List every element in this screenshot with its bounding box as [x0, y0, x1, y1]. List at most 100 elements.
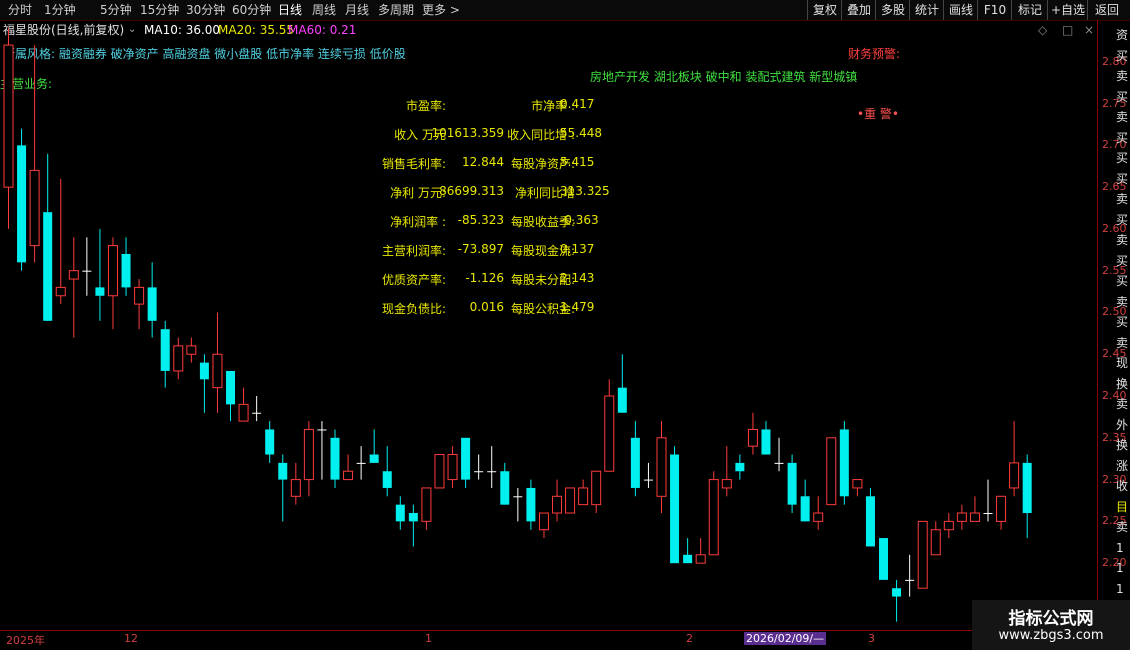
candle [526, 479, 536, 530]
candle [735, 454, 745, 480]
candle-body [787, 462, 797, 505]
candle-body [186, 345, 197, 355]
candle-body [500, 471, 510, 505]
date-tick: 12 [124, 632, 138, 645]
candle-body [29, 169, 40, 247]
candle-body [474, 471, 484, 473]
candle-body [656, 437, 667, 497]
candle [695, 538, 706, 564]
strip-char: 资 [1116, 28, 1129, 42]
candle-body [839, 429, 849, 497]
candle-body [343, 470, 354, 481]
candle-body [905, 579, 915, 581]
strip-char: 买 [1116, 151, 1129, 165]
candle [617, 354, 627, 413]
candle [500, 462, 510, 505]
candle [29, 45, 40, 263]
strip-char: 卖 [1116, 110, 1129, 124]
watermark: 指标公式网 www.zbgs3.com [972, 600, 1130, 650]
candle-body [252, 412, 262, 414]
candle-body [199, 362, 209, 380]
candle-body [238, 403, 249, 422]
candle [708, 471, 719, 556]
candle-body [330, 437, 340, 480]
candle-body [996, 495, 1007, 522]
candle [538, 512, 549, 539]
strip-char: 卖 [1116, 233, 1129, 247]
candle-body [290, 479, 301, 497]
candle [43, 153, 53, 321]
strip-char: 卖 [1116, 69, 1129, 83]
candle-body [670, 454, 680, 564]
candle [55, 178, 66, 305]
candle-body [643, 479, 653, 481]
candle-body [147, 287, 157, 321]
watermark-url: www.zbgs3.com [998, 628, 1104, 643]
candle-body [943, 520, 954, 531]
candle-body [43, 212, 53, 321]
candle-body [68, 270, 79, 280]
candle-body [917, 520, 928, 589]
candle [670, 446, 680, 564]
candle-body [852, 479, 863, 489]
candle [252, 396, 262, 422]
candle-body [526, 487, 536, 522]
candle-body [747, 428, 758, 447]
strip-char: 买 [1116, 130, 1129, 145]
strip-char: 涨 [1116, 458, 1129, 473]
candle-body [1009, 462, 1020, 489]
candle [643, 462, 653, 488]
candle-body [930, 529, 941, 556]
candle-body [173, 345, 184, 372]
candle [917, 520, 928, 589]
date-tick: 1 [425, 632, 432, 645]
candle [787, 454, 797, 514]
strip-char: 买 [1116, 315, 1129, 329]
candle [630, 421, 640, 497]
candle [107, 237, 118, 330]
candle-body [865, 496, 875, 547]
candle-body [695, 554, 706, 564]
candle-body [487, 471, 497, 473]
candle-body [212, 353, 223, 389]
candle [826, 437, 837, 506]
candle-body [82, 270, 92, 272]
candle [382, 446, 392, 497]
candle-body [591, 470, 602, 506]
candle [121, 237, 131, 296]
candle [839, 421, 849, 505]
candle-body [683, 554, 693, 564]
watermark-title: 指标公式网 [1008, 609, 1094, 629]
candle-body [382, 471, 392, 488]
candle [552, 479, 563, 522]
strip-char: 买 [1116, 253, 1129, 268]
strip-char: 1 [1116, 581, 1124, 596]
candle-body [121, 253, 131, 288]
candle-body [356, 462, 366, 464]
candle [892, 579, 902, 622]
candle-body [761, 429, 771, 455]
candle [865, 487, 875, 547]
candle-body [369, 454, 379, 463]
candle [147, 262, 157, 338]
candle [369, 429, 379, 463]
candle-body [552, 495, 563, 514]
candle-body [317, 429, 327, 431]
strip-char: 换 [1116, 376, 1129, 391]
candle-body [95, 287, 105, 296]
candle-body [447, 454, 458, 481]
candle-body [578, 487, 589, 506]
candle [317, 421, 327, 480]
candle-body [538, 512, 549, 531]
right-info-strip: 资买卖买卖买买买卖买卖买买卖买卖现换卖外换涨收目卖11111 [1116, 20, 1130, 630]
candle-body [408, 513, 418, 522]
candle-body [735, 462, 745, 472]
date-tick: 2025年 [6, 634, 45, 647]
strip-char: 卖 [1116, 294, 1129, 309]
candle-body [826, 437, 837, 506]
candlestick-chart [3, 28, 1032, 622]
strip-char: 1 [1116, 561, 1124, 575]
candle [68, 237, 79, 338]
candle [1009, 421, 1020, 497]
strip-char: 卖 [1116, 335, 1129, 350]
